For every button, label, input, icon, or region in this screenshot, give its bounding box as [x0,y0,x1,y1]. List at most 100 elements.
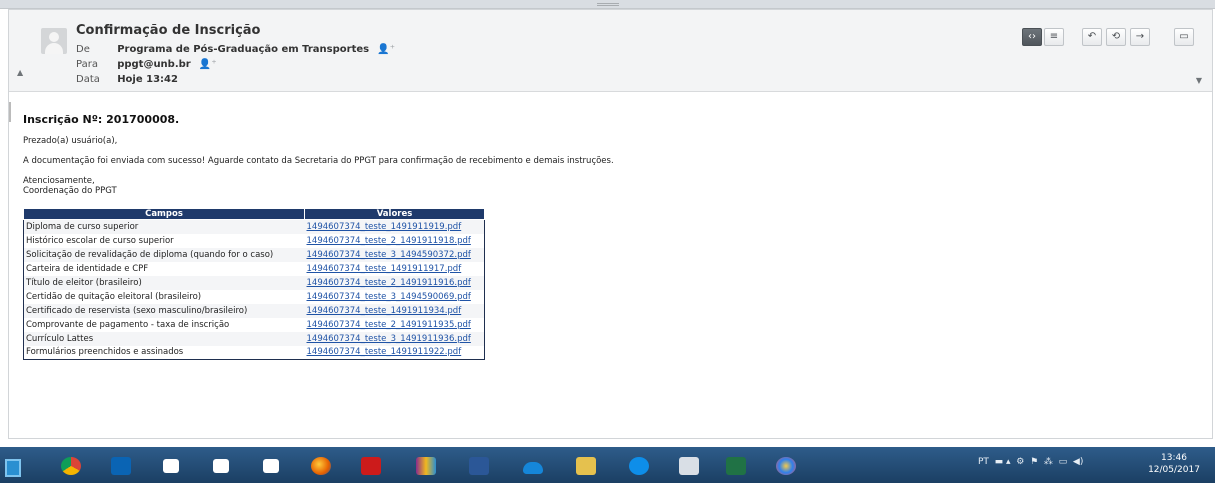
field-name: Comprovante de pagamento - taxa de inscr… [26,319,230,330]
teamviewer-icon[interactable] [618,450,660,482]
message-text: A documentação foi enviada com sucesso! … [23,156,614,166]
reply-all-icon: ⟲ [1111,31,1121,42]
column-header-valores: Valores [304,208,485,220]
splitter-handle[interactable] [9,102,11,122]
file-link[interactable]: 1494607374_teste_2_1491911916.pdf [304,275,485,290]
folder-icon[interactable] [150,450,192,482]
battery-icon[interactable]: ▭ [1059,457,1070,467]
window-top-bar [0,0,1215,9]
plain-text-button[interactable]: ≡ [1044,28,1064,46]
add-contact-icon[interactable]: 👤⁺ [377,43,395,57]
field-name: Diploma de curso superior [23,219,305,234]
word-icon[interactable] [458,450,500,482]
from-row: De Programa de Pós-Graduação em Transpor… [76,43,395,57]
field-name: Certificado de reservista (sexo masculin… [23,303,305,318]
keyboard-icon[interactable]: ▬ ▴ [992,457,1014,467]
table-row: Comprovante de pagamento - taxa de inscr… [24,318,485,332]
paint-icon[interactable] [668,450,710,482]
folder-icon[interactable] [250,450,292,482]
to-label: Para [76,59,98,70]
field-name: Certidão de quitação eleitoral (brasilei… [26,291,202,302]
taskbar: PT ▬ ▴ ⚙ ⚑ ⁂ ▭ ◀) 13:46 12/05/2017 [0,447,1215,483]
folder-icon[interactable] [565,450,607,482]
from-value[interactable]: Programa de Pós-Graduação em Transportes [117,44,369,55]
table-row: Histórico escolar de curso superior 14946… [24,234,485,248]
to-value[interactable]: ppgt@unb.br [117,59,191,70]
reply-icon: ↶ [1087,31,1097,42]
code-icon: ‹› [1028,31,1036,42]
registration-number: Inscrição Nº: 201700008. [23,113,180,126]
start-button[interactable] [5,459,21,477]
greeting: Prezado(a) usuário(a), [23,136,118,146]
table-row: Currículo Lattes 1494607374_teste_3_14919… [23,331,485,346]
resize-grip-icon[interactable] [597,3,619,6]
table-row: Formulários preenchidos e assinados 14946… [24,346,485,360]
forward-icon: → [1135,31,1145,42]
open-new-window-button[interactable]: ▭ [1174,28,1194,46]
email-viewer: ▲ Confirmação de Inscrição De Programa d… [8,9,1213,439]
field-name: Solicitação de revalidação de diploma (q… [23,247,305,262]
collapse-header-icon[interactable]: ▲ [17,68,23,77]
clock-time: 13:46 [1161,453,1187,463]
date-row: Data Hoje 13:42 [76,73,178,87]
email-body: Inscrição Nº: 201700008. Prezado(a) usuá… [23,113,614,360]
network-icon[interactable]: ⚙ [1016,457,1027,467]
reply-all-button[interactable]: ⟲ [1106,28,1126,46]
table-row: Diploma de curso superior 1494607374_test… [23,219,485,234]
date-value: Hoje 13:42 [117,74,178,85]
from-label: De [76,44,90,55]
table-row: Certificado de reservista (sexo masculin… [23,303,485,318]
folder-icon[interactable] [200,450,242,482]
excel-icon[interactable] [715,450,757,482]
file-link[interactable]: 1494607374_teste_1491911934.pdf [304,303,485,318]
field-name: Formulários preenchidos e assinados [26,347,184,358]
table-row: Título de eleitor (brasileiro) 1494607374… [23,275,485,290]
email-subject: Confirmação de Inscrição [76,23,261,38]
signature: Atenciosamente, Coordenação do PPGT [23,176,614,196]
file-link[interactable]: 1494607374_teste_2_1491911918.pdf [305,234,485,248]
field-name: Título de eleitor (brasileiro) [23,275,305,290]
field-name: Carteira de identidade e CPF [26,263,149,274]
signature-name: Coordenação do PPGT [23,186,117,196]
winrar-icon[interactable] [405,450,447,482]
table-row: Certidão de quitação eleitoral (brasilei… [24,290,485,304]
chrome-icon[interactable] [50,450,92,482]
add-contact-icon[interactable]: 👤⁺ [199,58,217,72]
outlook-icon[interactable] [100,450,142,482]
documents-table: Campos Valores Diploma de curso superior… [23,208,485,360]
paint-icon[interactable] [765,450,807,482]
onedrive-icon[interactable] [512,450,554,482]
table-row: Carteira de identidade e CPF 1494607374_t… [24,262,485,276]
field-name: Currículo Lattes [23,331,305,346]
to-row: Para ppgt@unb.br 👤⁺ [76,58,217,72]
file-link[interactable]: 1494607374_teste_1491911922.pdf [305,346,485,360]
volume-icon[interactable]: ◀) [1073,457,1083,467]
file-link[interactable]: 1494607374_teste_2_1491911935.pdf [305,318,485,332]
expand-header-icon[interactable]: ▼ [1196,76,1202,85]
clock-date: 12/05/2017 [1148,465,1200,475]
file-link[interactable]: 1494607374_teste_3_1491911936.pdf [304,331,485,346]
closing-line: Atenciosamente, [23,176,95,186]
file-link[interactable]: 1494607374_teste_1491911917.pdf [305,262,485,276]
table-row: Solicitação de revalidação de diploma (q… [23,247,485,262]
clock[interactable]: 13:46 12/05/2017 [1146,452,1202,476]
file-link[interactable]: 1494607374_teste_3_1494590069.pdf [305,290,485,304]
share-icon[interactable]: ⁂ [1044,457,1056,467]
date-label: Data [76,74,100,85]
reply-button[interactable]: ↶ [1082,28,1102,46]
lines-icon: ≡ [1049,31,1059,42]
view-source-button[interactable]: ‹› [1022,28,1042,46]
firefox-icon[interactable] [300,450,342,482]
file-link[interactable]: 1494607374_teste_3_1494590372.pdf [304,247,485,262]
acrobat-icon[interactable] [350,450,392,482]
field-name: Histórico escolar de curso superior [26,235,174,246]
file-link[interactable]: 1494607374_teste_1491911919.pdf [304,219,485,234]
avatar [41,28,67,54]
system-tray: PT ▬ ▴ ⚙ ⚑ ⁂ ▭ ◀) [978,457,1083,467]
email-header: ▲ Confirmação de Inscrição De Programa d… [9,10,1212,92]
column-header-campos: Campos [23,208,305,220]
flag-icon[interactable]: ⚑ [1030,457,1041,467]
new-window-icon: ▭ [1179,31,1189,42]
language-indicator[interactable]: PT [978,457,989,467]
forward-button[interactable]: → [1130,28,1150,46]
